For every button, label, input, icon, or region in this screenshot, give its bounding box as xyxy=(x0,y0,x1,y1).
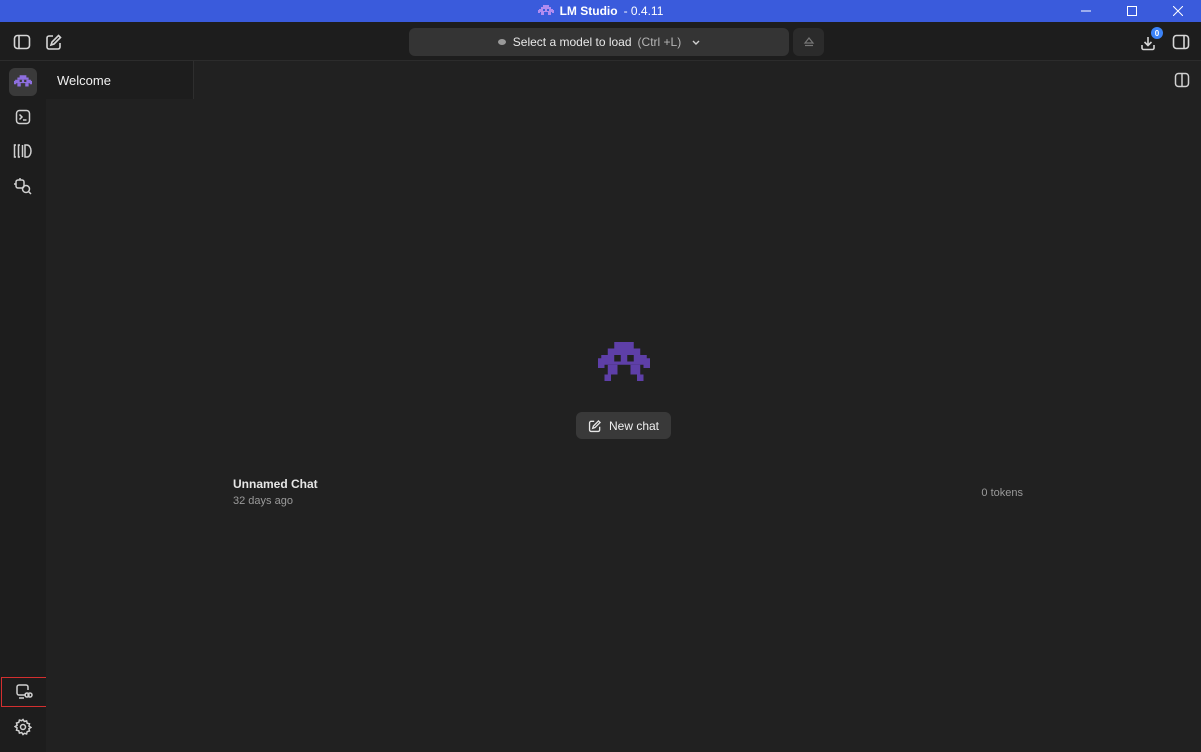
new-chat-button[interactable]: New chat xyxy=(576,412,671,439)
maximize-button[interactable] xyxy=(1109,0,1155,22)
tab-label: Welcome xyxy=(57,72,111,88)
new-chat-label: New chat xyxy=(608,418,660,433)
sidebar-panel-icon xyxy=(13,34,31,50)
split-view-button[interactable] xyxy=(1171,69,1193,91)
chat-list-item[interactable]: Unnamed Chat 32 days ago 0 tokens xyxy=(233,477,1023,511)
title-bar: LM Studio - 0.4.11 xyxy=(0,0,1201,22)
nav-settings-button[interactable] xyxy=(9,713,37,741)
model-select-dropdown[interactable]: Select a model to load (Ctrl +L) xyxy=(409,28,789,56)
eject-icon xyxy=(803,37,814,47)
right-panel-icon xyxy=(1172,34,1190,50)
close-window-button[interactable] xyxy=(1155,0,1201,22)
minimize-button[interactable] xyxy=(1063,0,1109,22)
left-nav-rail xyxy=(0,61,49,752)
downloads-count-badge: 0 xyxy=(1151,27,1163,39)
chat-icon xyxy=(14,75,32,87)
lm-studio-mascot-icon xyxy=(598,342,650,381)
close-icon xyxy=(1173,6,1183,16)
chat-token-count: 0 tokens xyxy=(981,487,1023,499)
chat-name: Unnamed Chat xyxy=(233,477,318,491)
tab-welcome[interactable]: Welcome xyxy=(46,61,194,99)
model-select-shortcut: (Ctrl +L) xyxy=(637,35,682,49)
window-title: LM Studio - 0.4.11 xyxy=(537,4,664,18)
remote-link-icon xyxy=(16,684,33,699)
app-name: LM Studio xyxy=(559,4,618,18)
discover-icon xyxy=(14,178,32,195)
toggle-right-panel-button[interactable] xyxy=(1170,31,1192,53)
maximize-icon xyxy=(1127,6,1137,16)
chat-timestamp: 32 days ago xyxy=(233,495,293,507)
chevron-down-icon xyxy=(692,40,700,45)
top-toolbar: Select a model to load (Ctrl +L) 0 xyxy=(0,22,1201,61)
main-content: New chat Unnamed Chat 32 days ago 0 toke… xyxy=(46,99,1201,752)
edit-icon xyxy=(588,419,601,432)
settings-icon xyxy=(14,718,32,736)
tab-bar: Welcome xyxy=(46,61,1201,99)
tab-bar-empty-area xyxy=(194,61,1201,99)
edit-icon xyxy=(46,34,62,50)
nav-developer-button[interactable] xyxy=(9,103,37,131)
app-version: - 0.4.11 xyxy=(623,4,664,18)
nav-models-button[interactable] xyxy=(9,137,37,165)
nav-chat-button[interactable] xyxy=(9,68,37,96)
lm-studio-logo-icon xyxy=(537,5,554,15)
new-chat-toolbar-button[interactable] xyxy=(43,31,65,53)
developer-icon xyxy=(15,109,31,125)
toggle-sidebar-button[interactable] xyxy=(11,31,33,53)
model-select-label: Select a model to load xyxy=(512,35,632,49)
model-chip-icon xyxy=(497,39,506,45)
nav-discover-button[interactable] xyxy=(9,172,37,200)
split-view-icon xyxy=(1174,72,1190,88)
models-icon xyxy=(13,144,32,158)
minimize-icon xyxy=(1081,10,1091,12)
eject-model-button[interactable] xyxy=(793,28,824,56)
nav-remote-link-button[interactable] xyxy=(1,677,49,707)
